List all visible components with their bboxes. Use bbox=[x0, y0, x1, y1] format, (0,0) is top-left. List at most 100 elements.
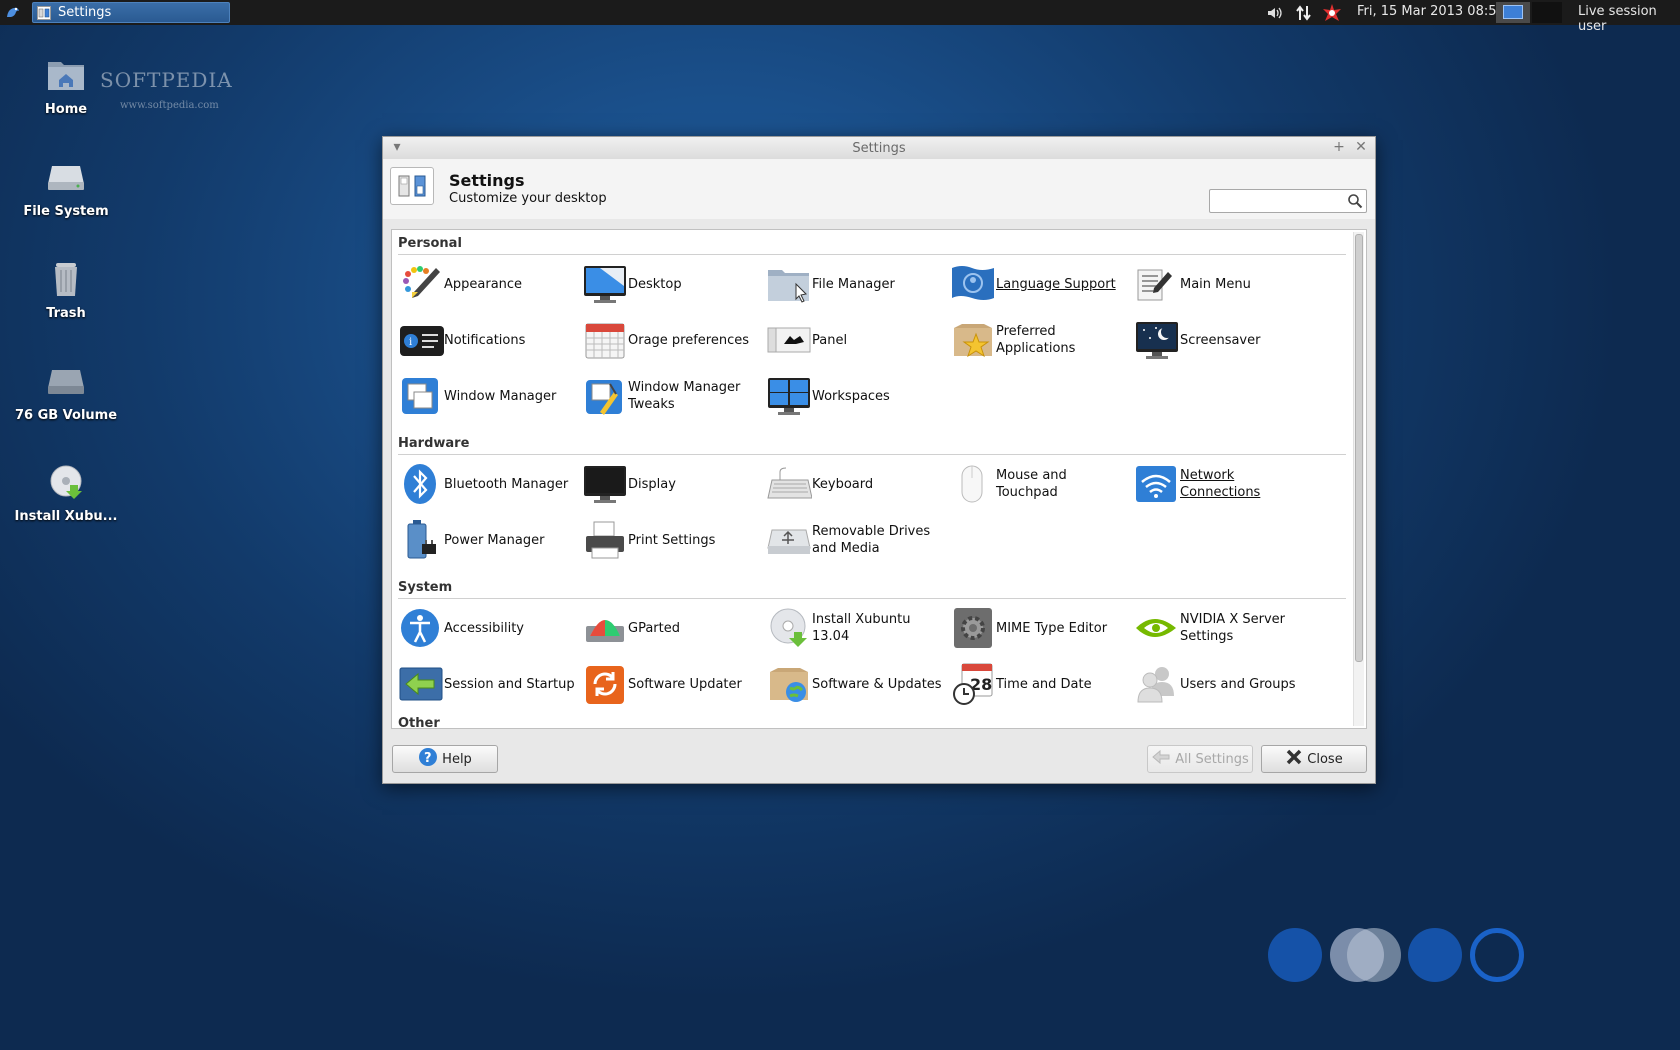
clock[interactable]: Fri, 15 Mar 2013 08:55 bbox=[1357, 4, 1505, 19]
desktop-icon-file-system[interactable]: File System bbox=[1, 158, 131, 219]
item-language-support[interactable]: Language Support bbox=[950, 262, 1130, 306]
workspace-switcher[interactable] bbox=[1496, 2, 1530, 23]
item-desktop[interactable]: Desktop bbox=[582, 262, 762, 306]
item-file-manager[interactable]: File Manager bbox=[766, 262, 946, 306]
item-notifications[interactable]: i Notifications bbox=[398, 318, 578, 362]
item-window-manager[interactable]: Window Manager bbox=[398, 374, 578, 418]
item-label: Keyboard bbox=[812, 476, 874, 492]
help-button-label: Help bbox=[442, 751, 472, 767]
time-date-icon: 28 bbox=[953, 663, 993, 705]
item-print-settings[interactable]: Print Settings bbox=[582, 518, 762, 562]
item-install-xubuntu[interactable]: Install Xubuntu 13.04 bbox=[766, 606, 946, 650]
item-label: MIME Type Editor bbox=[996, 620, 1108, 636]
search-input[interactable] bbox=[1209, 189, 1367, 213]
item-label: Preferred Applications bbox=[996, 324, 1076, 356]
maximize-button[interactable]: + bbox=[1331, 139, 1347, 155]
desktop-icon-install-xubuntu[interactable]: Install Xubu... bbox=[1, 463, 131, 524]
item-mime-type-editor[interactable]: MIME Type Editor bbox=[950, 606, 1130, 650]
item-label: Network Connections bbox=[1180, 468, 1261, 500]
item-label: Language Support bbox=[996, 276, 1116, 292]
volume-icon[interactable] bbox=[1266, 0, 1284, 25]
session-user-label[interactable]: Live session user bbox=[1578, 4, 1680, 34]
item-gparted[interactable]: GParted bbox=[582, 606, 762, 650]
decorative-dot bbox=[1347, 928, 1401, 982]
item-label: Notifications bbox=[444, 332, 526, 348]
window-manager-tweaks-icon bbox=[586, 380, 622, 415]
item-software-updater[interactable]: Software Updater bbox=[582, 662, 762, 706]
item-keyboard[interactable]: Keyboard bbox=[766, 462, 946, 506]
close-button[interactable]: Close bbox=[1261, 745, 1367, 773]
item-power-manager[interactable]: Power Manager bbox=[398, 518, 578, 562]
item-mouse-touchpad[interactable]: Mouse and Touchpad bbox=[950, 462, 1130, 506]
applications-menu-button[interactable] bbox=[2, 2, 24, 23]
search-icon[interactable] bbox=[1347, 193, 1363, 209]
desktop-icon-home[interactable]: Home bbox=[1, 56, 131, 117]
xfce-mouse-icon bbox=[7, 7, 19, 17]
software-sources-icon bbox=[770, 668, 808, 702]
item-label: Desktop bbox=[628, 276, 682, 292]
network-transfer-icon[interactable] bbox=[1296, 0, 1312, 25]
item-accessibility[interactable]: Accessibility bbox=[398, 606, 578, 650]
item-network-connections[interactable]: Network Connections bbox=[1134, 462, 1314, 506]
item-screensaver[interactable]: Screensaver bbox=[1134, 318, 1314, 362]
bluetooth-icon bbox=[404, 464, 436, 504]
item-label: Accessibility bbox=[444, 620, 524, 636]
window-title: Settings bbox=[852, 141, 906, 156]
desktop-icon-volume[interactable]: 76 GB Volume bbox=[1, 362, 131, 423]
item-nvidia-settings[interactable]: NVIDIA X Server Settings bbox=[1134, 606, 1314, 650]
item-label: Display bbox=[628, 476, 676, 492]
item-window-manager-tweaks[interactable]: Window Manager Tweaks bbox=[582, 374, 762, 418]
item-label: Software Updater bbox=[628, 676, 742, 692]
section-personal: Personal bbox=[398, 236, 462, 251]
appearance-icon bbox=[403, 266, 440, 298]
item-label: Bluetooth Manager bbox=[444, 476, 569, 492]
item-label: Screensaver bbox=[1180, 332, 1261, 348]
item-label: Software & Updates bbox=[812, 676, 942, 692]
all-settings-button[interactable]: All Settings bbox=[1147, 745, 1253, 773]
screensaver-icon bbox=[1136, 322, 1178, 359]
item-label: File Manager bbox=[812, 276, 895, 292]
desktop-icon-trash[interactable]: Trash bbox=[1, 260, 131, 321]
preferred-applications-icon bbox=[954, 324, 992, 358]
item-label: Print Settings bbox=[628, 532, 716, 548]
decorative-dot bbox=[1408, 928, 1462, 982]
item-time-and-date[interactable]: 28 Time and Date bbox=[950, 662, 1130, 706]
software-updater-icon bbox=[586, 666, 624, 704]
item-users-and-groups[interactable]: Users and Groups bbox=[1134, 662, 1314, 706]
svg-text:?: ? bbox=[424, 751, 432, 766]
desktop-icon-label: Home bbox=[44, 102, 88, 117]
item-display[interactable]: Display bbox=[582, 462, 762, 506]
item-preferred-applications[interactable]: Preferred Applications bbox=[950, 318, 1130, 362]
workspace-2[interactable] bbox=[1532, 2, 1562, 23]
item-session-startup[interactable]: Session and Startup bbox=[398, 662, 578, 706]
item-workspaces[interactable]: Workspaces bbox=[766, 374, 946, 418]
item-bluetooth-manager[interactable]: Bluetooth Manager bbox=[398, 462, 578, 506]
close-window-button[interactable]: ✕ bbox=[1353, 139, 1369, 155]
item-label: Session and Startup bbox=[444, 676, 575, 692]
item-appearance[interactable]: Appearance bbox=[398, 262, 578, 306]
gear-icon bbox=[954, 608, 992, 648]
item-panel[interactable]: Panel bbox=[766, 318, 946, 362]
update-notifier-icon[interactable] bbox=[1322, 0, 1342, 25]
notifications-icon: i bbox=[400, 326, 444, 356]
mouse-icon bbox=[961, 465, 983, 503]
taskbar-button-settings[interactable]: Settings bbox=[32, 2, 230, 23]
desktop-icon-label: Install Xubu... bbox=[14, 509, 118, 524]
session-startup-icon bbox=[399, 667, 443, 701]
item-orage-preferences[interactable]: Orage preferences bbox=[582, 318, 762, 362]
help-button[interactable]: ? Help bbox=[392, 745, 498, 773]
workspace-1[interactable] bbox=[1503, 5, 1523, 19]
item-main-menu[interactable]: Main Menu bbox=[1134, 262, 1314, 306]
item-label: NVIDIA X Server Settings bbox=[1180, 612, 1285, 644]
trash-icon bbox=[55, 263, 77, 296]
all-settings-button-label: All Settings bbox=[1175, 751, 1249, 767]
item-label: Time and Date bbox=[996, 676, 1092, 692]
window-titlebar[interactable]: ▾ Settings + ✕ bbox=[383, 137, 1375, 160]
item-removable-drives[interactable]: Removable Drives and Media bbox=[766, 518, 946, 562]
scrollbar-thumb[interactable] bbox=[1355, 234, 1363, 662]
item-label: Window Manager Tweaks bbox=[628, 380, 741, 412]
item-software-updates[interactable]: Software & Updates bbox=[766, 662, 946, 706]
content-scrollbar[interactable] bbox=[1353, 232, 1364, 726]
printer-icon bbox=[586, 521, 624, 559]
power-battery-icon bbox=[407, 520, 436, 559]
